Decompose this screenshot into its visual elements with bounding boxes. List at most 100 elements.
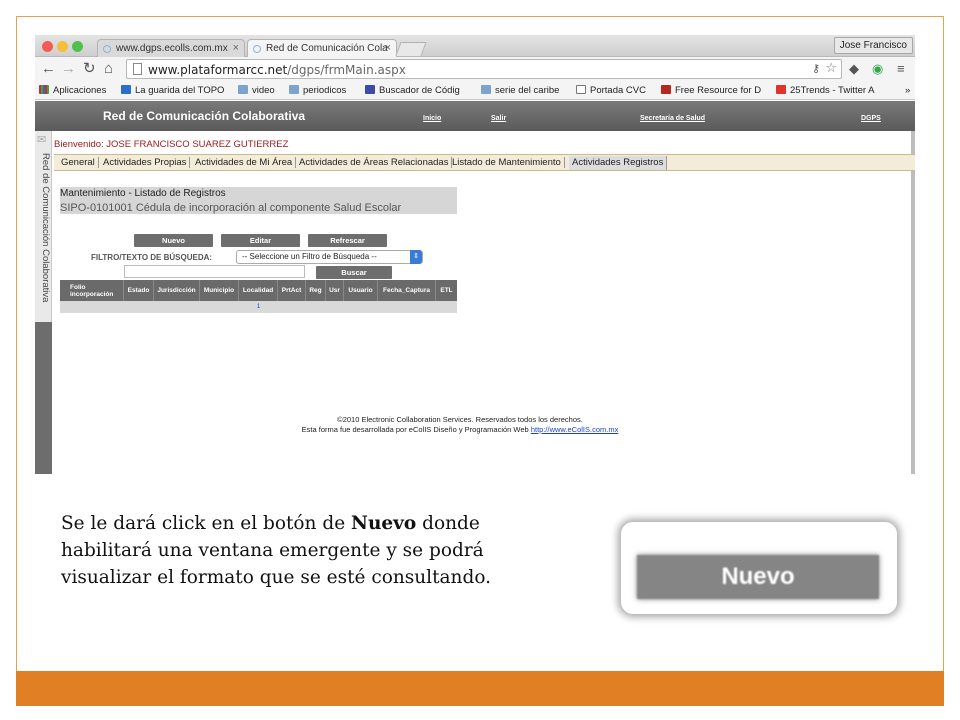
- col-etl[interactable]: ETL: [436, 280, 457, 301]
- menu-actividades-registros[interactable]: Actividades Registros: [569, 156, 668, 170]
- nav-dgps-link[interactable]: DGPS: [861, 115, 881, 122]
- table-header: Folio incorporación Estado Jurisdicción …: [60, 280, 457, 301]
- tab-title: www.dgps.ecolls.com.mx: [116, 43, 228, 54]
- filter-label: FILTRO/TEXTO DE BÚSQUEDA:: [91, 253, 213, 262]
- main-menu: General Actividades Propias Actividades …: [54, 154, 915, 171]
- menu-icon[interactable]: ≡: [897, 61, 905, 77]
- zoom-callout: Nuevo: [621, 522, 897, 614]
- star-icon[interactable]: ☆: [825, 61, 837, 76]
- bookmark-buscador-codigo[interactable]: Buscador de Códig: [365, 85, 460, 96]
- col-prtact[interactable]: PrtAct: [278, 280, 306, 301]
- menu-actividades-areas-relacionadas[interactable]: Actividades de Áreas Relacionadas: [296, 157, 453, 168]
- table-pager: 1: [60, 301, 457, 313]
- nav-inicio-link[interactable]: Inicio: [423, 115, 441, 122]
- filter-select[interactable]: -- Seleccione un Filtro de Búsqueda -- ⇕: [236, 250, 423, 264]
- col-usr[interactable]: Usr: [326, 280, 344, 301]
- tab-close-icon[interactable]: ×: [385, 42, 391, 54]
- col-municipio[interactable]: Municipio: [200, 280, 239, 301]
- menu-listado-mantenimiento[interactable]: Listado de Mantenimiento: [449, 157, 565, 168]
- bookmarks-bar: Aplicaciones La guarida del TOPO video p…: [35, 82, 915, 100]
- bookmark-25trends[interactable]: 25Trends - Twitter A: [776, 85, 874, 96]
- app-title: Red de Comunicación Colaborativa: [103, 109, 306, 123]
- page-icon: [133, 63, 142, 75]
- d-favicon: [661, 85, 671, 94]
- panel-subtitle: SIPO-0101001 Cédula de incorporación al …: [60, 202, 402, 214]
- developer-link[interactable]: http://www.eColIS.com.mx: [531, 425, 619, 434]
- menu-general[interactable]: General: [58, 157, 99, 168]
- side-tab-label: Red de Comunicación Colaborativa: [40, 153, 51, 303]
- search-button[interactable]: Buscar: [316, 266, 392, 279]
- edit-button[interactable]: Editar: [221, 234, 300, 247]
- bookmark-portada-cvc[interactable]: Portada CVC: [576, 85, 646, 96]
- col-estado[interactable]: Estado: [124, 280, 154, 301]
- globe-icon: [103, 45, 111, 53]
- caption-bold-nuevo: Nuevo: [351, 513, 417, 534]
- close-window-icon[interactable]: [42, 41, 53, 52]
- folder-icon: [238, 85, 248, 94]
- folder-icon: [289, 85, 299, 94]
- nav-secretaria-link[interactable]: Secretaría de Salud: [640, 115, 705, 122]
- page-link-1[interactable]: 1: [257, 303, 261, 310]
- envelope-icon: ✉: [37, 134, 47, 146]
- caption-text-before: Se le dará click en el botón de: [61, 513, 352, 534]
- tab-close-icon[interactable]: ×: [233, 42, 239, 54]
- tab-title: Red de Comunicación Cola: [266, 43, 388, 54]
- new-tab-button[interactable]: [395, 42, 427, 56]
- bookmark-aplicaciones[interactable]: Aplicaciones: [39, 85, 106, 96]
- filter-selected-value: -- Seleccione un Filtro de Búsqueda --: [242, 252, 377, 261]
- browser-tab-bar: www.dgps.ecolls.com.mx × Red de Comunica…: [35, 35, 915, 57]
- url-host: www.plataformarcc.net: [148, 63, 288, 77]
- browser-screenshot: www.dgps.ecolls.com.mx × Red de Comunica…: [35, 35, 915, 474]
- panel-heading: Mantenimiento - Listado de Registros: [60, 188, 226, 199]
- globe-icon: [253, 45, 261, 53]
- page-icon: [576, 85, 586, 94]
- copyright-text: ©2010 Electronic Collaboration Services.…: [337, 415, 583, 424]
- col-usuario[interactable]: Usuario: [344, 280, 378, 301]
- reload-icon[interactable]: ↻: [83, 61, 96, 77]
- dropdown-arrow-icon: ⇕: [410, 250, 422, 264]
- refresh-button[interactable]: Refrescar: [308, 234, 387, 247]
- new-button[interactable]: Nuevo: [134, 234, 213, 247]
- col-folio[interactable]: Folio incorporación: [60, 280, 124, 301]
- extension-owl-icon[interactable]: ◆: [849, 61, 859, 77]
- bookmark-periodicos[interactable]: periodicos: [289, 85, 346, 96]
- bookmark-free-resource[interactable]: Free Resource for D: [661, 85, 761, 96]
- more-bookmarks-icon[interactable]: »: [905, 85, 910, 96]
- welcome-text: Bienvenido: JOSE FRANCISCO SUAREZ GUTIER…: [54, 139, 289, 150]
- app-header: Red de Comunicación Colaborativa Inicio …: [35, 101, 915, 131]
- home-icon[interactable]: ⌂: [104, 61, 113, 77]
- bookmark-video[interactable]: video: [238, 85, 275, 96]
- back-arrow-icon[interactable]: ←: [41, 61, 56, 77]
- 25-favicon: [776, 85, 786, 94]
- tab-red-comunicacion[interactable]: Red de Comunicación Cola ×: [247, 39, 397, 57]
- bookmark-serie-caribe[interactable]: serie del caribe: [481, 85, 559, 96]
- col-jurisdiccion[interactable]: Jurisdicción: [154, 280, 200, 301]
- apps-grid-icon: [39, 85, 49, 94]
- browser-toolbar: ← → ↻ ⌂ www.plataformarcc.net/dgps/frmMa…: [35, 57, 915, 82]
- extension-green-icon[interactable]: ◉: [872, 61, 883, 77]
- slide-caption: Se le dará click en el botón de Nuevo do…: [61, 510, 561, 591]
- col-fecha-captura[interactable]: Fecha_Captura: [378, 280, 436, 301]
- nav-salir-link[interactable]: Salir: [491, 115, 506, 122]
- developer-credit-text: Esta forma fue desarrollada por eColIS D…: [301, 425, 529, 434]
- search-input[interactable]: [124, 265, 305, 278]
- menu-actividades-propias[interactable]: Actividades Propias: [100, 157, 191, 168]
- p-favicon: [121, 85, 131, 94]
- zoomed-new-button: Nuevo: [637, 555, 879, 599]
- puzzle-favicon: [365, 85, 375, 94]
- maximize-window-icon[interactable]: [72, 41, 83, 52]
- url-path: /dgps/frmMain.aspx: [287, 63, 406, 77]
- key-icon[interactable]: ⚷: [812, 62, 820, 75]
- bookmark-guarida-topo[interactable]: La guarida del TOPO: [121, 85, 224, 96]
- col-reg[interactable]: Reg: [306, 280, 326, 301]
- minimize-window-icon[interactable]: [57, 41, 68, 52]
- address-bar[interactable]: www.plataformarcc.net/dgps/frmMain.aspx …: [126, 59, 842, 79]
- menu-actividades-mi-area[interactable]: Actividades de Mi Área: [192, 157, 297, 168]
- developer-credit: Esta forma fue desarrollada por eColIS D…: [35, 425, 915, 434]
- folder-icon: [481, 85, 491, 94]
- forward-arrow-icon[interactable]: →: [61, 61, 76, 77]
- footer-accent-bar: [16, 671, 944, 706]
- tab-dgps-ecolls[interactable]: www.dgps.ecolls.com.mx ×: [97, 39, 245, 57]
- col-localidad[interactable]: Localidad: [239, 280, 278, 301]
- profile-button[interactable]: Jose Francisco: [833, 37, 913, 54]
